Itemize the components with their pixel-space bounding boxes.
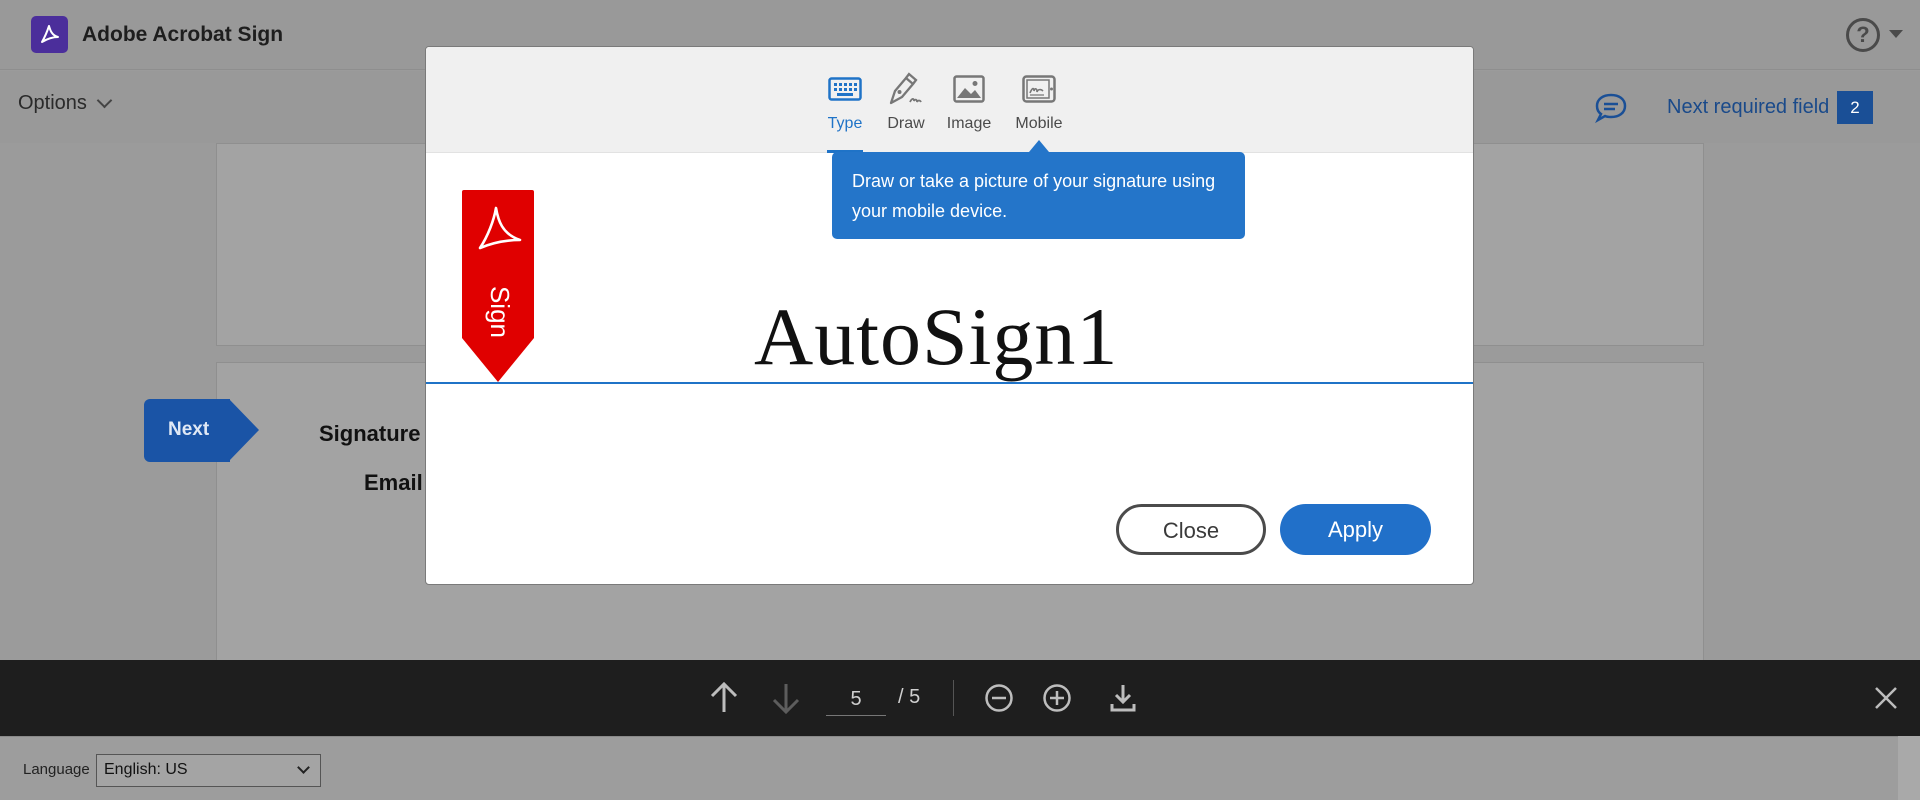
keyboard-icon [827,69,863,109]
signature-field-label: Signature [319,421,421,446]
language-select[interactable]: English: US [96,754,321,787]
signature-baseline [426,382,1473,384]
pen-icon [884,69,928,109]
tooltip-arrow [1029,140,1049,152]
page-navigation-toolbar: 5 / 5 [0,660,1920,736]
tab-type-label: Type [827,115,863,132]
next-field-button[interactable]: Next [144,399,260,462]
email-field-label: Email [364,470,423,495]
next-required-field-link[interactable]: Next required field [1667,96,1829,119]
required-count-badge: 2 [1837,91,1873,124]
comment-icon[interactable] [1593,92,1629,129]
signature-dialog: Type Draw Image Mobile Sign AutoSign1 Cl… [425,46,1474,585]
tab-draw-label: Draw [887,115,925,132]
acrobat-logo-icon [31,16,68,53]
page-total: / 5 [898,686,921,708]
language-selected-value: English: US [104,761,188,778]
tab-image-label: Image [946,115,992,132]
arrow-up-icon[interactable] [708,680,740,721]
zoom-out-icon[interactable] [983,680,1015,721]
download-icon[interactable] [1107,680,1139,721]
page-scrollbar[interactable] [1898,736,1920,800]
image-icon [946,69,992,109]
options-label: Options [18,92,87,114]
tab-mobile-label: Mobile [1015,115,1063,132]
close-button[interactable]: Close [1116,504,1266,555]
close-toolbar-icon[interactable] [1872,682,1900,719]
language-footer: Language English: US [0,736,1898,800]
signature-method-tabs: Type Draw Image Mobile [426,47,1473,153]
help-icon[interactable]: ? [1846,18,1880,52]
zoom-in-icon[interactable] [1041,680,1073,721]
chevron-down-icon [96,92,113,109]
toolbar-divider [953,680,954,716]
tab-draw[interactable]: Draw [884,69,928,153]
help-menu-caret-icon[interactable] [1889,30,1903,38]
sign-flag-label: Sign [485,286,515,338]
chevron-down-icon [297,761,310,774]
page-number-input[interactable]: 5 [826,686,886,716]
next-label: Next [168,419,210,440]
language-label: Language [23,761,90,778]
sign-here-flag: Sign [462,190,534,382]
mobile-tooltip: Draw or take a picture of your signature… [832,152,1245,239]
mobile-icon [1013,69,1065,109]
app-title: Adobe Acrobat Sign [82,23,284,46]
tab-type[interactable]: Type [827,69,863,153]
options-button[interactable]: Options [18,92,113,115]
tab-image[interactable]: Image [946,69,992,153]
arrow-down-icon[interactable] [770,680,802,721]
typed-signature: AutoSign1 [754,291,1119,382]
apply-button[interactable]: Apply [1280,504,1431,555]
